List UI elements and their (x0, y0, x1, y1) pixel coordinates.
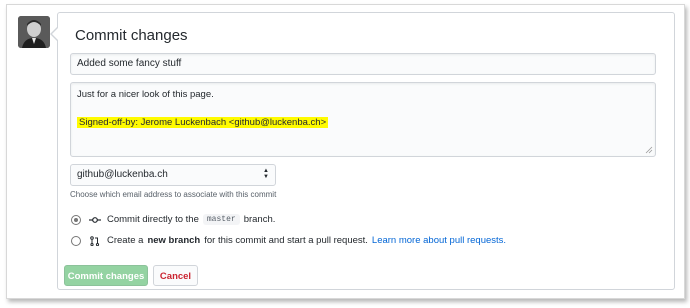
commit-form-box: Commit changes Added some fancy stuff Ju… (50, 12, 675, 290)
user-avatar[interactable] (18, 16, 50, 48)
new-branch-bold: new branch (147, 235, 201, 246)
commit-summary-input[interactable]: Added some fancy stuff (70, 53, 656, 75)
cancel-button[interactable]: Cancel (153, 265, 198, 286)
commit-summary-value: Added some fancy stuff (77, 58, 182, 69)
avatar-image (18, 16, 50, 48)
new-branch-middle: for this commit and start a pull request… (204, 235, 368, 246)
commit-direct-prefix: Commit directly to the (107, 214, 199, 225)
commit-direct-suffix: branch. (243, 214, 276, 225)
learn-more-link[interactable]: Learn more about pull requests. (372, 235, 506, 246)
screenshot-frame: Commit changes Added some fancy stuff Ju… (6, 4, 685, 299)
commit-heading: Commit changes (75, 27, 188, 44)
commit-direct-option[interactable]: Commit directly to the master branch. (71, 214, 275, 225)
git-pull-request-icon (90, 235, 100, 246)
new-branch-option[interactable]: Create a new branch for this commit and … (71, 235, 506, 246)
commit-button[interactable]: Commit changes (64, 265, 148, 286)
commit-description-textarea[interactable]: Just for a nicer look of this page. Sign… (70, 82, 656, 157)
description-text: Just for a nicer look of this page. (77, 89, 214, 100)
commit-direct-radio[interactable] (71, 214, 81, 225)
signoff-line: Signed-off-by: Jerome Luckenbach <github… (77, 117, 329, 128)
email-help-text: Choose which email address to associate … (70, 190, 277, 199)
email-select[interactable]: github@luckenba.ch ▲ ▼ (70, 164, 276, 186)
new-branch-prefix: Create a (107, 235, 144, 246)
resize-grip-icon[interactable] (645, 146, 653, 154)
branch-name: master (202, 214, 240, 225)
new-branch-radio[interactable] (71, 235, 81, 246)
email-select-value: github@luckenba.ch (77, 169, 168, 180)
git-commit-icon (89, 216, 101, 223)
select-arrows-icon: ▲ ▼ (263, 168, 269, 180)
